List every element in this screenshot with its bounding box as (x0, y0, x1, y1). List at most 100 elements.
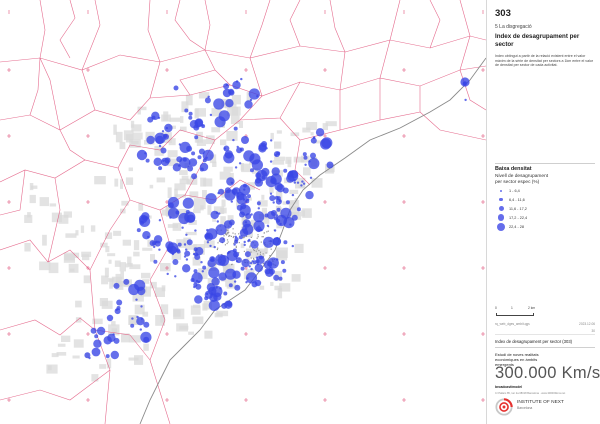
desagrupament-symbol (191, 272, 203, 284)
municipal-boundary (179, 69, 216, 96)
desagrupament-symbol (234, 237, 239, 242)
urban-block (302, 127, 311, 133)
urban-block (24, 242, 31, 252)
desagrupament-symbol (247, 194, 251, 199)
urban-block (310, 132, 314, 136)
institute-city: Barcelona (517, 405, 533, 410)
urban-block (235, 246, 237, 249)
urban-block (176, 323, 188, 332)
urban-block (101, 275, 109, 285)
urban-block (179, 170, 188, 175)
grid-cross (402, 266, 406, 270)
desagrupament-symbol (140, 317, 143, 320)
desagrupament-symbol (269, 192, 273, 195)
urban-block (224, 244, 226, 246)
legend-item: 17,2 - 22,4 (495, 214, 595, 222)
institute-block: INSTITUTE OF NEXT Barcelona (495, 398, 595, 418)
desagrupament-symbol (191, 151, 196, 156)
desagrupament-symbol (273, 274, 280, 281)
urban-block (250, 236, 252, 238)
desagrupament-symbol (254, 263, 263, 273)
desagrupament-symbol (185, 209, 190, 214)
urban-block (99, 364, 107, 369)
grid-cross (7, 134, 11, 138)
desagrupament-symbol (265, 268, 274, 277)
urban-block (259, 253, 261, 255)
desagrupament-symbol (464, 98, 467, 102)
desagrupament-symbol (308, 160, 311, 163)
scale-label: 1 (511, 306, 513, 310)
desagrupament-symbol (136, 228, 141, 233)
desagrupament-symbol (240, 77, 243, 81)
file-date: 2023.12.06 (579, 322, 595, 326)
desagrupament-symbol (290, 173, 294, 176)
urban-block (75, 230, 79, 236)
desagrupament-symbol (269, 195, 276, 202)
urban-block (195, 108, 206, 117)
urban-block (274, 141, 282, 149)
urban-block (289, 189, 299, 194)
urban-block (109, 279, 113, 289)
municipal-boundary (249, 0, 271, 97)
map-canvas[interactable] (0, 0, 486, 424)
urban-block (257, 234, 259, 236)
map-frame[interactable] (0, 0, 486, 424)
urban-block (322, 123, 328, 131)
desagrupament-symbol (275, 214, 287, 227)
urban-block (115, 131, 123, 143)
urban-block (63, 252, 75, 263)
legend-label: 17,2 - 22,4 (509, 215, 528, 220)
desagrupament-symbol (233, 243, 236, 246)
urban-block (262, 253, 264, 255)
urban-block (277, 287, 283, 299)
urban-block (276, 247, 288, 259)
desagrupament-symbol (153, 245, 156, 249)
urban-block (39, 261, 51, 271)
desagrupament-symbol (278, 276, 283, 281)
grid-cross (244, 398, 248, 402)
desagrupament-symbol (269, 160, 273, 163)
desagrupament-symbol (225, 99, 234, 108)
desagrupament-symbol (304, 163, 307, 166)
urban-block (226, 242, 228, 245)
urban-block (238, 233, 240, 235)
urban-block (265, 252, 267, 254)
desagrupament-symbol (249, 261, 253, 265)
desagrupament-symbol (238, 162, 242, 165)
legend-symbol (498, 206, 504, 212)
grid-cross (7, 200, 11, 204)
desagrupament-symbol (188, 111, 193, 116)
urban-block (225, 234, 228, 236)
urban-block (255, 250, 257, 252)
urban-block (270, 248, 272, 250)
desagrupament-symbol (151, 111, 160, 121)
desagrupament-symbol (213, 245, 216, 249)
desagrupament-symbol (206, 228, 209, 232)
urban-block (226, 239, 229, 241)
desagrupament-symbol (153, 259, 158, 264)
legend-label: 22,4 - 28 (509, 224, 524, 229)
desagrupament-symbol (223, 291, 228, 296)
scale-label: 2 km (528, 306, 536, 310)
desagrupament-symbol (239, 228, 249, 237)
urban-block (238, 242, 240, 244)
grid-cross (244, 68, 248, 72)
desagrupament-symbol (184, 108, 189, 113)
desagrupament-symbol (131, 317, 134, 320)
desagrupament-symbol (181, 226, 184, 229)
urban-block (259, 285, 265, 290)
urban-block (204, 330, 213, 339)
desagrupament-symbol (243, 243, 246, 247)
urban-block (260, 241, 262, 243)
urban-block (51, 353, 59, 358)
desagrupament-symbol (136, 149, 148, 161)
desagrupament-symbol (303, 155, 308, 160)
urban-block (266, 231, 268, 233)
grid-cross (481, 332, 485, 336)
urban-block (220, 139, 227, 146)
desagrupament-symbol (302, 152, 307, 157)
desagrupament-symbol (158, 144, 162, 148)
desagrupament-symbol (253, 211, 265, 223)
grid-cross (86, 68, 90, 72)
urban-block (167, 150, 178, 158)
